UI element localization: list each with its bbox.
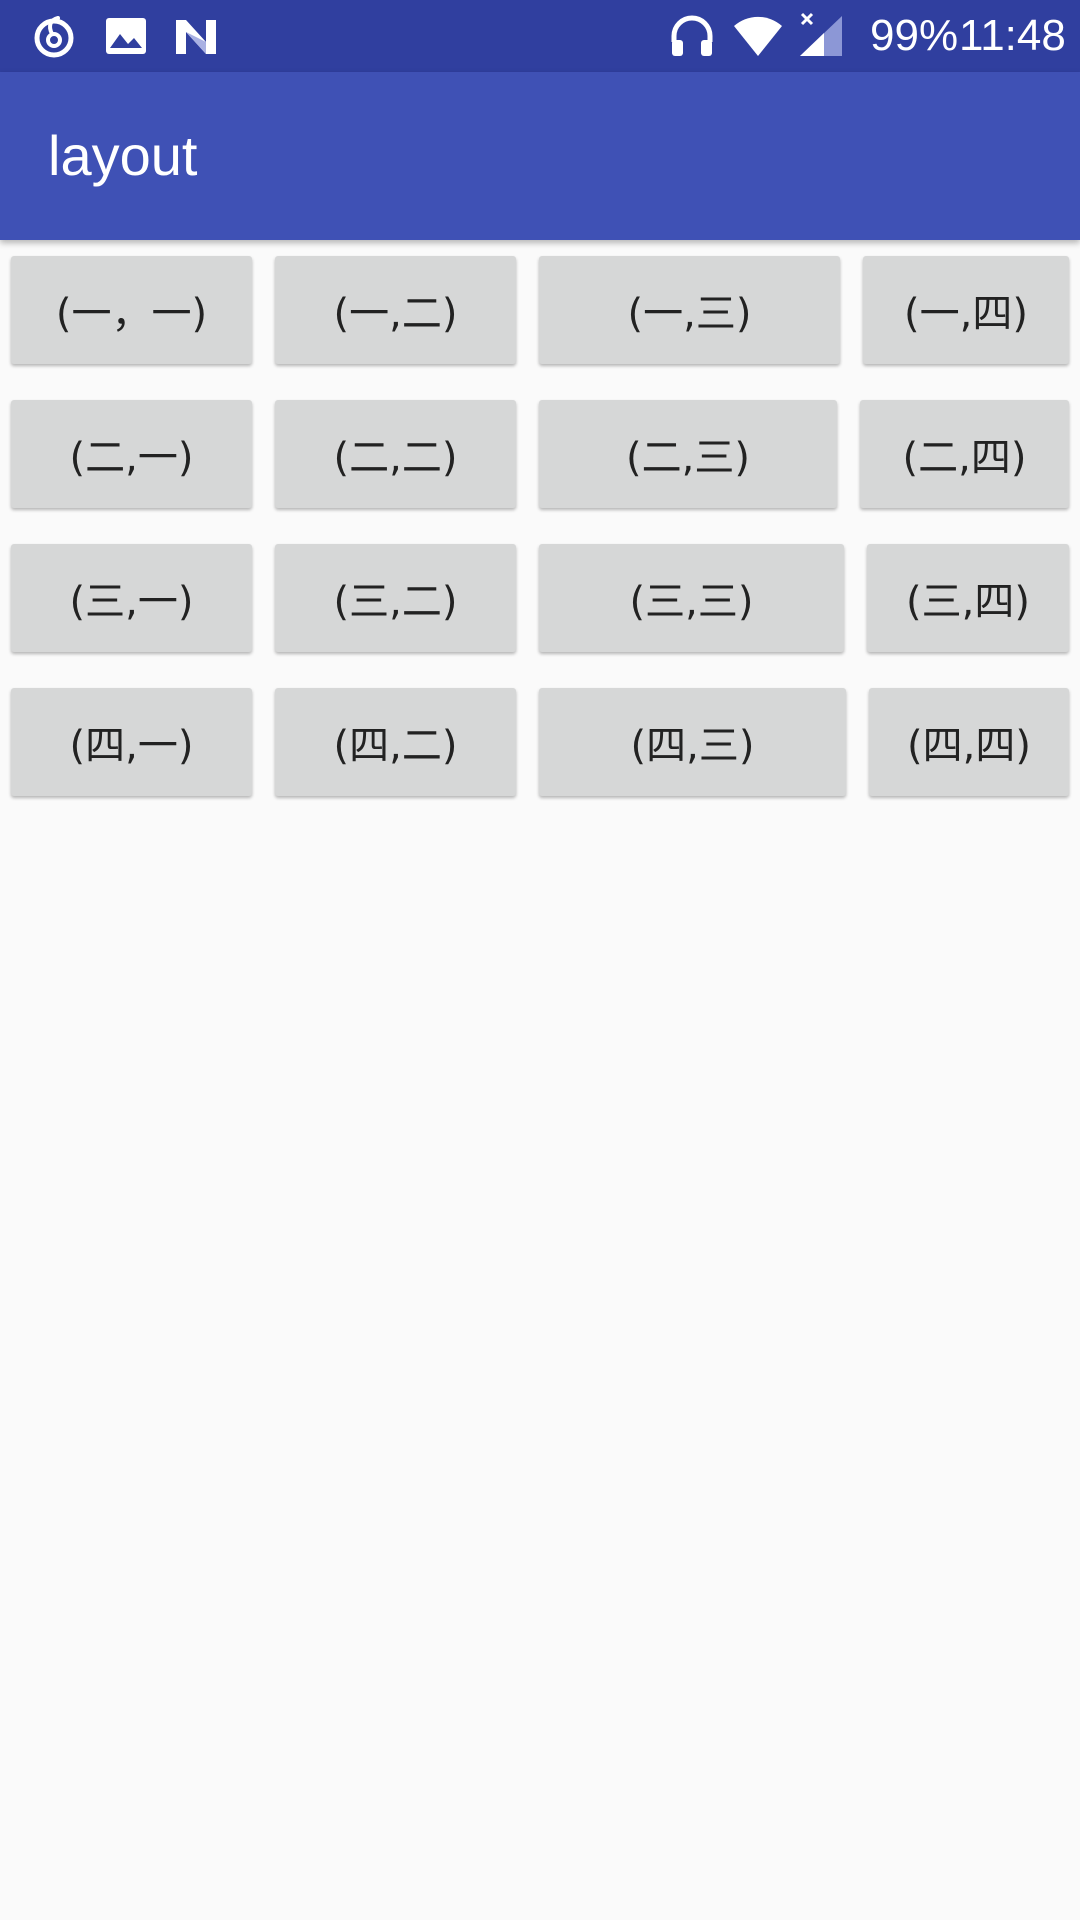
- grid-button-r3-c1[interactable]: (三,一): [11, 544, 252, 652]
- headphones-icon: [668, 12, 716, 60]
- grid-button-r1-c4[interactable]: (一,四): [863, 256, 1069, 364]
- grid-button-r2-c2[interactable]: (二,二): [275, 400, 516, 508]
- clock: 11:48: [959, 11, 1066, 60]
- grid-button-r4-c3[interactable]: (四,三): [539, 688, 846, 796]
- grid-button-r2-c3[interactable]: (二,三): [539, 400, 837, 508]
- grid-button-r1-c1[interactable]: (一，一): [11, 256, 252, 364]
- n-notification-icon: [172, 12, 220, 60]
- page-title: layout: [48, 124, 198, 187]
- image-notification-icon: [102, 12, 150, 60]
- grid-button-r3-c3[interactable]: (三,三): [539, 544, 844, 652]
- grid-button-r1-c2[interactable]: (一,二): [275, 256, 516, 364]
- grid-button-r2-c1[interactable]: (二,一): [11, 400, 252, 508]
- grid-button-r4-c1[interactable]: (四,一): [11, 688, 252, 796]
- app-bar: layout: [0, 72, 1080, 240]
- grid-button-r3-c4[interactable]: (三,四): [867, 544, 1069, 652]
- status-bar: 99% 11:48: [0, 0, 1080, 72]
- grid-button-r2-c4[interactable]: (二,四): [860, 400, 1069, 508]
- music-notification-icon: [30, 12, 78, 60]
- grid-button-r1-c3[interactable]: (一,三): [539, 256, 840, 364]
- cell-signal-icon: [798, 12, 846, 60]
- battery-percentage: 99%: [870, 11, 959, 60]
- grid-button-r3-c2[interactable]: (三,二): [275, 544, 516, 652]
- grid-button-r4-c4[interactable]: (四,四): [869, 688, 1069, 796]
- wifi-icon: [734, 12, 782, 60]
- grid-button-r4-c2[interactable]: (四,二): [275, 688, 516, 796]
